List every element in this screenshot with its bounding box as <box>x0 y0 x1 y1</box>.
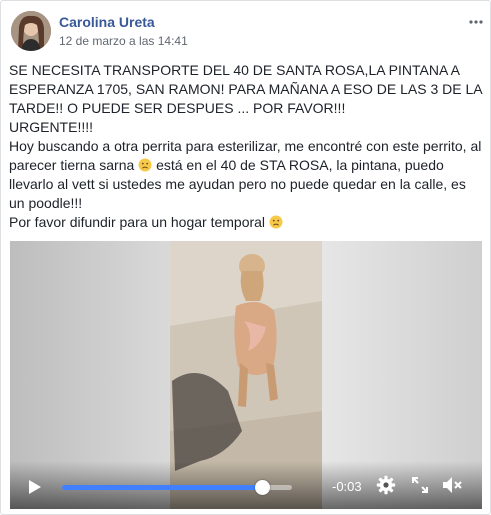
video-progress-bar[interactable] <box>62 480 292 495</box>
fullscreen-icon[interactable] <box>412 477 428 498</box>
facebook-post: Carolina Ureta 12 de marzo a las 14:41 S… <box>0 0 491 515</box>
post-text-segment: Por favor difundir para un hogar tempora… <box>9 214 269 230</box>
video-progress-fill <box>62 485 263 490</box>
more-options-icon[interactable] <box>469 15 483 25</box>
video-progress-handle[interactable] <box>254 480 270 495</box>
author-name[interactable]: Carolina Ureta <box>59 14 155 30</box>
avatar-photo <box>11 11 51 51</box>
volume-muted-icon[interactable] <box>442 476 464 499</box>
time-remaining: -0:03 <box>332 479 362 494</box>
post-timestamp[interactable]: 12 de marzo a las 14:41 <box>59 34 188 48</box>
sad-face-emoji-icon <box>138 158 152 172</box>
video-player[interactable]: -0:03 <box>10 241 482 509</box>
play-icon[interactable] <box>28 479 42 500</box>
post-paragraph: SE NECESITA TRANSPORTE DEL 40 DE SANTA R… <box>9 62 482 116</box>
post-paragraph: URGENTE!!!! <box>9 119 94 135</box>
post-text: SE NECESITA TRANSPORTE DEL 40 DE SANTA R… <box>9 61 485 232</box>
post-paragraph: Por favor difundir para un hogar tempora… <box>9 213 485 232</box>
avatar[interactable] <box>11 11 51 51</box>
post-paragraph: Hoy buscando a otra perrita para esteril… <box>9 137 485 213</box>
settings-gear-icon[interactable] <box>376 475 396 500</box>
sad-face-emoji-icon <box>269 215 283 229</box>
video-controls: -0:03 <box>10 461 482 509</box>
post-header: Carolina Ureta 12 de marzo a las 14:41 <box>11 11 483 53</box>
